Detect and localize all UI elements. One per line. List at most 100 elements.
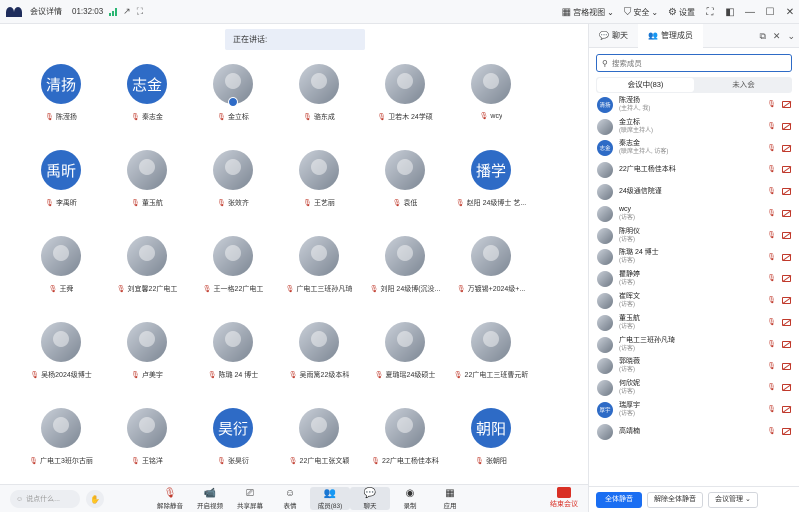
participant-tile[interactable]: 禹昕 🎙 李禹昕 [18, 146, 104, 232]
participant-tile[interactable]: 🎙 广电工3班尔古丽 [18, 404, 104, 490]
mic-muted-icon[interactable]: 🎙 [767, 231, 776, 239]
video-off-icon[interactable] [782, 209, 791, 217]
member-row[interactable]: 24级通信院谨 🎙 [589, 181, 799, 203]
mic-muted-icon[interactable]: 🎙 [767, 144, 776, 152]
sidebar-toggle-icon[interactable]: ◧ [725, 7, 735, 18]
share-button[interactable]: ⎚ 共享屏幕 [230, 487, 270, 510]
member-row[interactable]: 董玉航 (访客) 🎙 [589, 312, 799, 334]
mic-muted-icon[interactable]: 🎙 [767, 100, 776, 108]
participant-tile[interactable]: 🎙 王艺丽 [276, 146, 362, 232]
member-row[interactable]: 志金 秦志金 (联席主持人, 访客) 🎙 [589, 138, 799, 160]
seg-in-meeting[interactable]: 会议中(83) [597, 78, 694, 92]
video-off-icon[interactable] [782, 166, 791, 174]
participant-tile[interactable]: 🎙 王一格22广电工 [190, 232, 276, 318]
participant-tile[interactable]: 🎙 金立标 [190, 60, 276, 146]
mic-muted-icon[interactable]: 🎙 [767, 318, 776, 326]
participant-tile[interactable]: 志金 🎙 秦志金 [104, 60, 190, 146]
popout-icon[interactable]: ⧉ [759, 31, 765, 42]
video-off-icon[interactable] [782, 101, 791, 108]
video-off-icon[interactable] [782, 427, 791, 435]
minimize-icon[interactable]: — [745, 7, 755, 18]
video-off-icon[interactable] [782, 340, 791, 348]
unmute-button[interactable]: 🎙 解除静音 [150, 487, 190, 510]
member-row[interactable]: 金立标 (联席主持人) 🎙 [589, 116, 799, 138]
video-off-icon[interactable] [782, 275, 791, 283]
participant-tile[interactable]: 🎙 张效齐 [190, 146, 276, 232]
mic-muted-icon[interactable]: 🎙 [767, 122, 776, 130]
mic-muted-icon[interactable]: 🎙 [767, 405, 776, 413]
video-off-icon[interactable] [782, 231, 791, 239]
fullscreen-icon[interactable]: ⛶ [705, 7, 715, 18]
meeting-details-link[interactable]: 会议详情 [30, 6, 62, 17]
member-row[interactable]: 郭晓薇 (访客) 🎙 [589, 356, 799, 378]
apps-button[interactable]: ▦ 应用 [430, 487, 470, 510]
video-off-icon[interactable] [782, 297, 791, 305]
mute-all-button[interactable]: 全体静音 [596, 491, 642, 508]
member-row[interactable]: 瞿静婷 (访客) 🎙 [589, 268, 799, 290]
participant-tile[interactable]: 昊衍 🎙 张昊衍 [190, 404, 276, 490]
participant-tile[interactable]: 🎙 骆东成 [276, 60, 362, 146]
mic-muted-icon[interactable]: 🎙 [767, 362, 776, 370]
tab-members[interactable]: 👥 管理成员 [637, 23, 703, 48]
participant-tile[interactable]: 🎙 陈璐 24 博士 [190, 318, 276, 404]
close-icon[interactable]: ✕ [773, 31, 781, 42]
participant-tile[interactable]: 🎙 刘宜馨22广电工 [104, 232, 190, 318]
video-off-icon[interactable] [782, 318, 791, 326]
external-link-icon[interactable]: ↗ [123, 6, 131, 17]
video-button[interactable]: 📹 开启视频 [190, 487, 230, 510]
maximize-icon[interactable]: ☐ [765, 7, 775, 18]
member-row[interactable]: 清扬 陈滢扬 (主持人, 我) 🎙 [589, 94, 799, 116]
participant-tile[interactable]: 🎙 22广电工杨佳本科 [362, 404, 448, 490]
member-search-input[interactable] [611, 58, 782, 68]
mic-muted-icon[interactable]: 🎙 [767, 296, 776, 304]
participant-tile[interactable]: 🎙 万镀锡+2024级+... [448, 232, 534, 318]
participant-tile[interactable]: 🎙 22广电工三班曹元昕 [448, 318, 534, 404]
participant-tile[interactable]: 🎙 袁低 [362, 146, 448, 232]
member-row[interactable]: 广电工三班孙凡琦 (访客) 🎙 [589, 334, 799, 356]
participant-tile[interactable]: 🎙 卢美宇 [104, 318, 190, 404]
mic-muted-icon[interactable]: 🎙 [767, 274, 776, 282]
member-search-box[interactable]: ⚲ [596, 54, 792, 72]
participant-tile[interactable]: 🎙 刘阳 24级博(沉没... [362, 232, 448, 318]
video-off-icon[interactable] [782, 362, 791, 370]
member-row[interactable]: 陈明仪 (访客) 🎙 [589, 225, 799, 247]
end-meeting-button[interactable]: 结束会议 [550, 487, 578, 509]
video-off-icon[interactable] [782, 406, 791, 414]
speaker-grid-icon[interactable]: ⛶ [137, 6, 143, 17]
member-row[interactable]: 22广电工杨佳本科 🎙 [589, 159, 799, 181]
participant-tile[interactable]: 🎙 吴杨2024级博士 [18, 318, 104, 404]
participant-tile[interactable]: 🎙 wcy [448, 60, 534, 146]
participant-tile[interactable]: 🎙 吴雨篱22级本科 [276, 318, 362, 404]
video-off-icon[interactable] [782, 122, 791, 130]
mic-muted-icon[interactable]: 🎙 [767, 165, 776, 173]
mic-muted-icon[interactable]: 🎙 [767, 383, 776, 391]
seg-not-joined[interactable]: 未入会 [695, 77, 792, 93]
participant-tile[interactable]: 🎙 王舜 [18, 232, 104, 318]
member-row[interactable]: wcy (访客) 🎙 [589, 203, 799, 225]
meeting-manage-button[interactable]: 会议管理 ⌄ [708, 491, 758, 508]
member-row[interactable]: 厚宇 瑞厚宇 (访客) 🎙 [589, 399, 799, 421]
participant-tile[interactable]: 🎙 董玉航 [104, 146, 190, 232]
chat-button[interactable]: 💬 聊天 [350, 487, 390, 510]
mic-muted-icon[interactable]: 🎙 [767, 209, 776, 217]
tab-chat[interactable]: 💬 聊天 [589, 24, 638, 48]
chevron-down-icon[interactable]: ⌄ [787, 31, 795, 42]
network-signal-icon[interactable] [109, 7, 118, 16]
participant-tile[interactable]: 🎙 卫若木 24学硕 [362, 60, 448, 146]
video-off-icon[interactable] [782, 384, 791, 392]
settings-button[interactable]: ⚙ 设置 [668, 7, 695, 18]
gallery-view-button[interactable]: ▦ 宫格视图 ⌄ [562, 7, 614, 18]
video-off-icon[interactable] [782, 144, 791, 152]
react-button[interactable]: ☺ 表情 [270, 487, 310, 510]
mic-muted-icon[interactable]: 🎙 [767, 340, 776, 348]
members-button[interactable]: 👥 成员(83) [310, 487, 350, 510]
member-row[interactable]: 陈璐 24 博士 (访客) 🎙 [589, 247, 799, 269]
raise-hand-button[interactable]: ✋ [86, 490, 104, 508]
participant-tile[interactable]: 🎙 广电工三班孙凡琦 [276, 232, 362, 318]
participant-tile[interactable]: 清扬 🎙 陈滢扬 [18, 60, 104, 146]
participant-tile[interactable]: 🎙 22广电工张文颖 [276, 404, 362, 490]
mic-muted-icon[interactable]: 🎙 [767, 187, 776, 195]
member-row[interactable]: 崔晖文 (访客) 🎙 [589, 290, 799, 312]
video-off-icon[interactable] [782, 253, 791, 261]
participant-tile[interactable]: 朝阳 🎙 张朝阳 [448, 404, 534, 490]
